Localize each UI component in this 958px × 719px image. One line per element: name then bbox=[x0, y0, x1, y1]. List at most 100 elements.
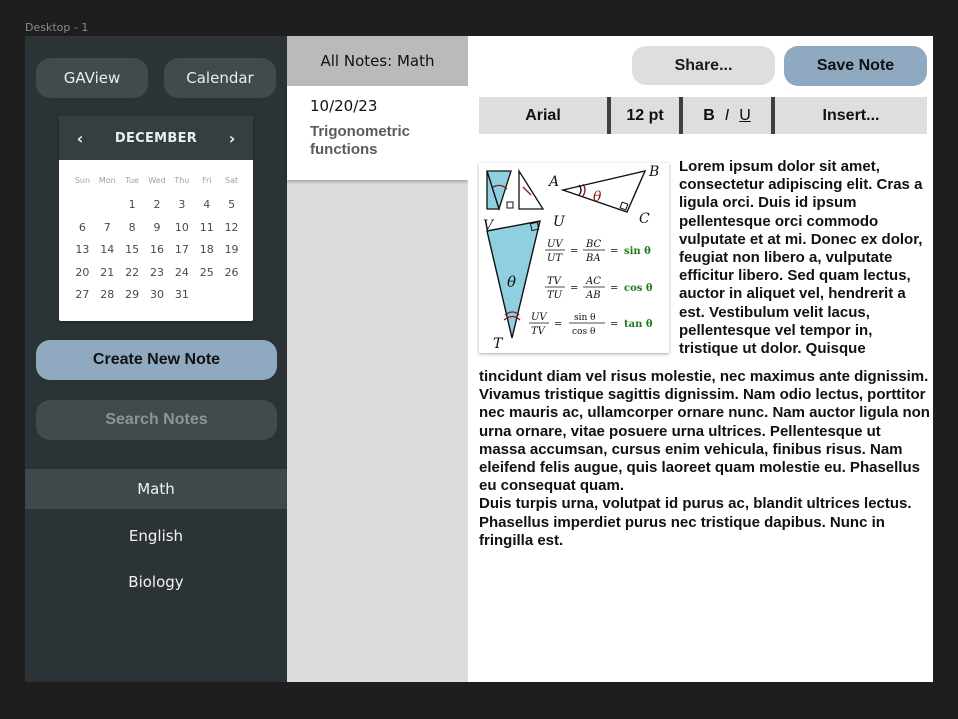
note-body-text[interactable]: tincidunt diam vel risus molestie, nec m… bbox=[479, 368, 931, 550]
text-format-group: B I U bbox=[683, 97, 771, 134]
svg-text:sin θ: sin θ bbox=[624, 246, 651, 257]
svg-text:=: = bbox=[570, 246, 578, 257]
note-body-text[interactable]: Lorem ipsum dolor sit amet, consectetur … bbox=[679, 158, 931, 358]
calendar-grid: Sun Mon Tue Wed Thu Fri Sat 1 2 3 4 5 6 7 8 9 10 11 12 13 14… bbox=[70, 176, 244, 311]
calendar-day[interactable]: 8 bbox=[120, 221, 145, 244]
chevron-right-icon[interactable]: › bbox=[225, 129, 239, 148]
small-triangle bbox=[518, 168, 545, 210]
calendar-day[interactable]: 20 bbox=[70, 266, 95, 289]
calendar-day[interactable]: 19 bbox=[219, 243, 244, 266]
calendar-day[interactable]: 29 bbox=[120, 288, 145, 311]
calendar-day[interactable]: 11 bbox=[194, 221, 219, 244]
svg-text:BA: BA bbox=[585, 253, 601, 264]
svg-text:UT: UT bbox=[547, 253, 563, 264]
calendar-day[interactable]: 5 bbox=[219, 198, 244, 221]
note-title: Trigonometric functions bbox=[310, 123, 411, 158]
calendar-day[interactable]: 15 bbox=[120, 243, 145, 266]
calendar-day[interactable]: 28 bbox=[95, 288, 120, 311]
subject-item-math[interactable]: Math bbox=[25, 469, 287, 509]
calendar-day[interactable]: 2 bbox=[145, 198, 170, 221]
label-a: A bbox=[547, 174, 559, 190]
share-button[interactable]: Share... bbox=[632, 46, 775, 85]
svg-text:=: = bbox=[610, 319, 618, 330]
svg-text:BC: BC bbox=[585, 239, 602, 250]
svg-text:=: = bbox=[570, 283, 578, 294]
svg-text:sin θ: sin θ bbox=[574, 313, 596, 323]
calendar-day[interactable]: 16 bbox=[145, 243, 170, 266]
trig-diagram: A B C θ θ V U T UV UT = BC BA = sin θ TV… bbox=[483, 164, 659, 352]
theta-label: θ bbox=[593, 189, 602, 205]
trig-diagram-image[interactable]: A B C θ θ V U T UV UT = BC BA = sin θ TV… bbox=[479, 163, 669, 353]
font-family-select[interactable]: Arial bbox=[479, 97, 607, 134]
note-date: 10/20/23 bbox=[310, 97, 378, 115]
bold-button[interactable]: B bbox=[703, 107, 715, 125]
italic-button[interactable]: I bbox=[725, 107, 729, 125]
note-paragraph: Duis turpis urna, volutpat id purus ac, … bbox=[479, 495, 912, 549]
calendar-weekday: Sun bbox=[74, 176, 91, 185]
note-list-item[interactable]: 10/20/23 Trigonometric functions bbox=[287, 86, 468, 180]
calendar-weekday: Wed bbox=[148, 176, 166, 185]
calendar-day[interactable]: 4 bbox=[194, 198, 219, 221]
svg-text:AC: AC bbox=[585, 276, 601, 287]
subject-item-biology[interactable]: Biology bbox=[25, 562, 287, 602]
calendar-day[interactable]: 14 bbox=[95, 243, 120, 266]
calendar-day[interactable]: 18 bbox=[194, 243, 219, 266]
sidebar: GAView Calendar ‹ DECEMBER › Sun Mon Tue We… bbox=[25, 36, 287, 682]
calendar-weekday: Thu bbox=[174, 176, 190, 185]
equation-cos: TV TU = AC AB = cos θ bbox=[545, 276, 653, 301]
svg-text:cos θ: cos θ bbox=[624, 283, 653, 294]
calendar-day[interactable]: 3 bbox=[169, 198, 194, 221]
calendar-day[interactable]: 21 bbox=[95, 266, 120, 289]
notes-list-header: All Notes: Math bbox=[287, 36, 468, 86]
svg-text:=: = bbox=[610, 283, 618, 294]
calendar-day[interactable]: 1 bbox=[120, 198, 145, 221]
insert-menu-button[interactable]: Insert... bbox=[775, 97, 927, 134]
notes-list: All Notes: Math 10/20/23 Trigonometric f… bbox=[287, 36, 468, 682]
font-size-select[interactable]: 12 pt bbox=[610, 97, 680, 134]
app-window: GAView Calendar ‹ DECEMBER › Sun Mon Tue We… bbox=[25, 36, 933, 682]
calendar-day[interactable]: 13 bbox=[70, 243, 95, 266]
chevron-left-icon[interactable]: ‹ bbox=[73, 129, 87, 148]
search-notes-input[interactable] bbox=[36, 400, 277, 440]
svg-text:TU: TU bbox=[547, 290, 563, 301]
calendar-day[interactable]: 23 bbox=[145, 266, 170, 289]
calendar-weekday: Tue bbox=[125, 176, 139, 185]
svg-text:UV: UV bbox=[531, 312, 548, 323]
save-note-button[interactable]: Save Note bbox=[784, 46, 927, 86]
svg-text:=: = bbox=[554, 319, 562, 330]
calendar-day[interactable]: 27 bbox=[70, 288, 95, 311]
calendar-day-empty bbox=[70, 198, 95, 221]
note-paragraph: tincidunt diam vel risus molestie, nec m… bbox=[479, 368, 930, 495]
create-new-note-button[interactable]: Create New Note bbox=[36, 340, 277, 380]
underline-button[interactable]: U bbox=[739, 107, 751, 125]
calendar-weekday: Fri bbox=[201, 176, 212, 185]
calendar-weekday: Sat bbox=[225, 176, 239, 185]
calendar-widget: ‹ DECEMBER › Sun Mon Tue Wed Thu Fri Sat 1 2 3 4 5 6… bbox=[59, 116, 253, 321]
svg-text:UV: UV bbox=[547, 239, 564, 250]
format-toolbar: Arial 12 pt B I U Insert... bbox=[479, 97, 927, 134]
frame-label: Desktop - 1 bbox=[25, 21, 89, 34]
calendar-day[interactable]: 9 bbox=[145, 221, 170, 244]
calendar-day[interactable]: 30 bbox=[145, 288, 170, 311]
equation-tan: UV TV = sin θ cos θ = tan θ bbox=[529, 312, 653, 337]
svg-text:TV: TV bbox=[531, 326, 547, 337]
calendar-day[interactable]: 25 bbox=[194, 266, 219, 289]
calendar-day[interactable]: 10 bbox=[169, 221, 194, 244]
calendar-day[interactable]: 17 bbox=[169, 243, 194, 266]
calendar-day[interactable]: 12 bbox=[219, 221, 244, 244]
calendar-day[interactable]: 7 bbox=[95, 221, 120, 244]
svg-text:=: = bbox=[610, 246, 618, 257]
calendar-day[interactable]: 22 bbox=[120, 266, 145, 289]
calendar-day[interactable]: 31 bbox=[169, 288, 194, 311]
subject-item-english[interactable]: English bbox=[25, 516, 287, 556]
calendar-day[interactable]: 24 bbox=[169, 266, 194, 289]
gaview-button[interactable]: GAView bbox=[36, 58, 148, 98]
calendar-button[interactable]: Calendar bbox=[164, 58, 276, 98]
calendar-day[interactable]: 26 bbox=[219, 266, 244, 289]
calendar-day[interactable]: 6 bbox=[70, 221, 95, 244]
calendar-month: DECEMBER bbox=[114, 130, 198, 146]
svg-text:TV: TV bbox=[547, 276, 563, 287]
svg-text:AB: AB bbox=[585, 290, 601, 301]
label-b: B bbox=[648, 164, 659, 180]
calendar-day-empty bbox=[95, 198, 120, 221]
